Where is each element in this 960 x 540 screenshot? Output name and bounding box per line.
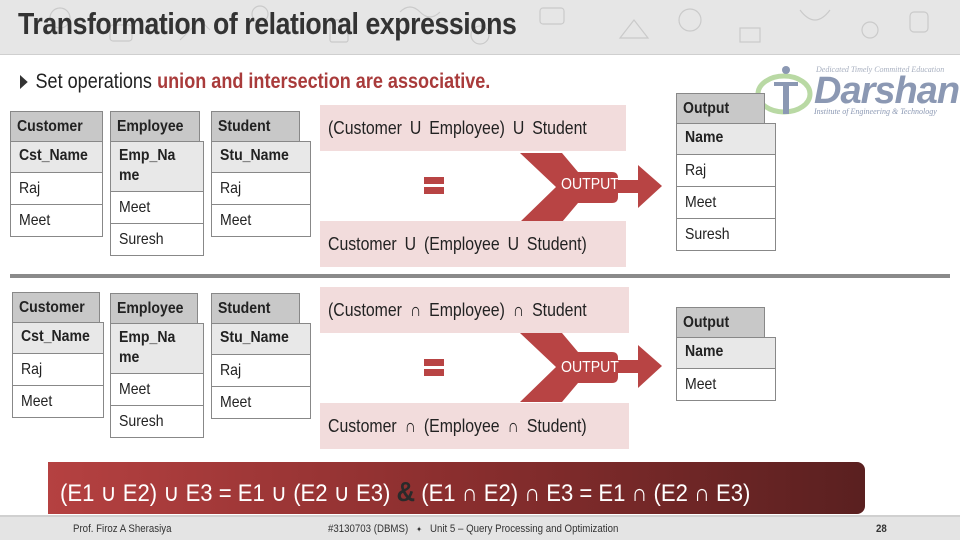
table-row: Raj xyxy=(211,173,311,205)
table-row: Suresh xyxy=(676,219,776,251)
darshan-logo: Dedicated Timely Committed Education Dar… xyxy=(752,62,960,122)
output-label: OUTPUT xyxy=(561,359,619,376)
footer-course: #3130703 (DBMS) ✦ Unit 5 – Query Process… xyxy=(328,523,619,535)
separator-icon: ✦ xyxy=(416,525,423,534)
table-name: Customer xyxy=(12,292,100,322)
output-label: OUTPUT xyxy=(561,176,619,193)
table-row: Raj xyxy=(211,355,311,387)
column-header: Stu_Name xyxy=(211,141,311,173)
table-row: Meet xyxy=(12,386,104,418)
table-row: Meet xyxy=(676,369,776,401)
student-table: Student Stu_Name Raj Meet xyxy=(211,293,311,419)
union-rule: (E1 ∪ E2) ∪ E3 = E1 ∪ (E2 ∪ E3) xyxy=(60,480,391,507)
column-header: Name xyxy=(676,337,776,369)
table-name: Student xyxy=(211,293,300,323)
section-divider xyxy=(10,274,950,278)
table-row: Meet xyxy=(211,387,311,419)
union-expression-bottom: Customer U (Employee U Student) xyxy=(320,221,626,267)
table-name: Employee xyxy=(110,111,200,141)
union-output-table: Output Name Raj Meet Suresh xyxy=(676,93,776,251)
intersection-expression-bottom: Customer ∩ (Employee ∩ Student) xyxy=(320,403,629,449)
column-header: Emp_Name xyxy=(110,323,204,374)
column-header: Cst_Name xyxy=(12,322,104,354)
intersection-expression-top: (Customer ∩ Employee) ∩ Student xyxy=(320,287,629,333)
column-header: Name xyxy=(676,123,776,155)
bullet-triangle-icon xyxy=(20,75,28,89)
table-row: Meet xyxy=(110,374,204,406)
table-row: Meet xyxy=(110,192,204,224)
intersection-rule: (E1 ∩ E2) ∩ E3 = E1 ∩ (E2 ∩ E3) xyxy=(421,480,751,507)
employee-table: Employee Emp_Name Meet Suresh xyxy=(110,111,204,256)
column-header: Stu_Name xyxy=(211,323,311,355)
summary-banner: (E1 ∪ E2) ∪ E3 = E1 ∪ (E2 ∪ E3) & (E1 ∩ … xyxy=(48,462,865,514)
intersection-output-table: Output Name Meet xyxy=(676,307,776,401)
table-row: Suresh xyxy=(110,224,204,256)
table-name: Output xyxy=(676,307,765,337)
table-row: Meet xyxy=(10,205,103,237)
union-expression-top: (Customer U Employee) U Student xyxy=(320,105,626,151)
customer-table: Customer Cst_Name Raj Meet xyxy=(12,292,104,418)
table-row: Raj xyxy=(10,173,103,205)
slide-footer: Prof. Firoz A Sherasiya #3130703 (DBMS) … xyxy=(0,515,960,540)
table-name: Customer xyxy=(10,111,103,141)
table-row: Raj xyxy=(676,155,776,187)
column-header: Emp_Name xyxy=(110,141,204,192)
page-title: Transformation of relational expressions xyxy=(18,6,517,41)
logo-institute: Institute of Engineering & Technology xyxy=(814,107,937,116)
table-row: Raj xyxy=(12,354,104,386)
slide-header: Transformation of relational expressions xyxy=(0,0,960,55)
equals-icon xyxy=(424,177,444,195)
table-row: Suresh xyxy=(110,406,204,438)
page-number: 28 xyxy=(876,523,887,535)
table-name: Student xyxy=(211,111,300,141)
table-name: Output xyxy=(676,93,765,123)
table-name: Employee xyxy=(110,293,198,323)
footer-author: Prof. Firoz A Sherasiya xyxy=(73,523,172,535)
customer-table: Customer Cst_Name Raj Meet xyxy=(10,111,103,237)
table-row: Meet xyxy=(211,205,311,237)
ampersand: & xyxy=(396,476,416,507)
table-row: Meet xyxy=(676,187,776,219)
equals-icon xyxy=(424,359,444,377)
bullet-text: Set operations xyxy=(35,70,152,93)
bullet-highlight: union and intersection are associative. xyxy=(157,70,491,93)
employee-table: Employee Emp_Name Meet Suresh xyxy=(110,293,204,438)
column-header: Cst_Name xyxy=(10,141,103,173)
student-table: Student Stu_Name Raj Meet xyxy=(211,111,311,237)
bullet-point: Set operations union and intersection ar… xyxy=(20,70,490,94)
